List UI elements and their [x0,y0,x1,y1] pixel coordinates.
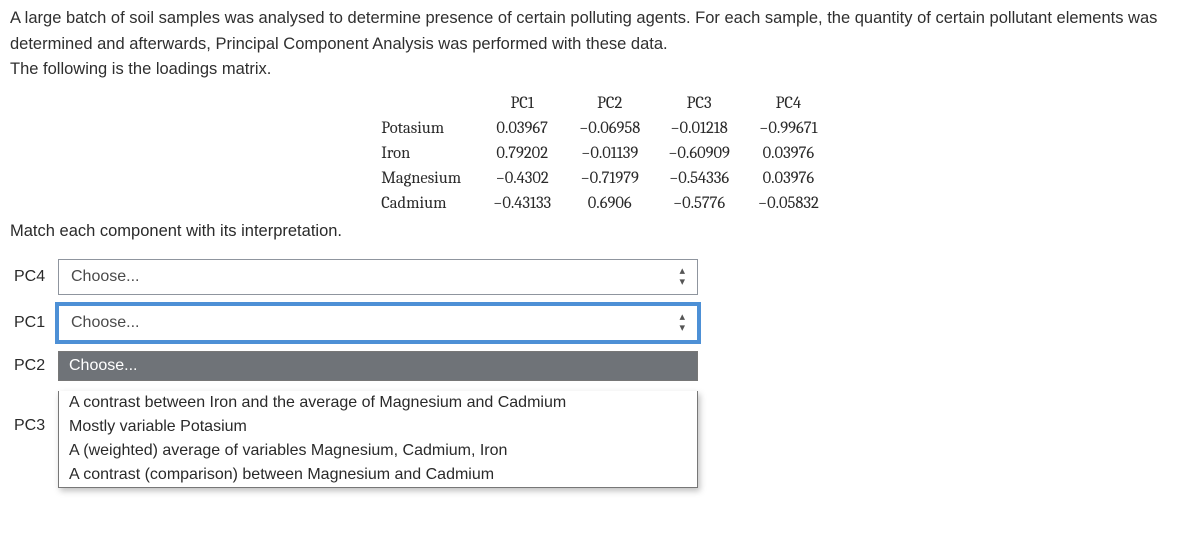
option-contrast-iron[interactable]: A contrast between Iron and the average … [59,391,697,415]
row-potasium: Potasium [367,116,479,141]
row-magnesium: Magnesium [367,166,479,191]
option-mostly-potasium[interactable]: Mostly variable Potasium [59,415,697,439]
row-cadmium: Cadmium [367,191,479,216]
select-pc2[interactable]: Choose... [58,351,698,381]
option-weighted-average[interactable]: A (weighted) average of variables Magnes… [59,439,697,463]
select-pc1-value: Choose... [71,314,139,332]
select-pc4[interactable]: Choose... ▴▾ [58,259,698,295]
select-pc4-value: Choose... [71,268,139,286]
chevron-updown-icon: ▴▾ [679,266,685,288]
match-label-pc3: PC3 [14,391,58,435]
option-contrast-mg-cd[interactable]: A contrast (comparison) between Magnesiu… [59,463,697,487]
col-pc1: PC1 [479,91,565,116]
match-prompt: Match each component with its interpreta… [10,222,1190,241]
select-pc2-options: A contrast between Iron and the average … [58,391,698,488]
table-row: Potasium 0.03967 −0.06958 −0.01218 −0.99… [367,116,833,141]
col-pc2: PC2 [565,91,654,116]
match-row-pc3: PC3 A contrast between Iron and the aver… [14,391,1190,488]
loadings-table: PC1 PC2 PC3 PC4 Potasium 0.03967 −0.0695… [367,91,833,216]
match-row-pc2: PC2 Choose... [14,351,1190,381]
col-pc4: PC4 [744,91,833,116]
select-pc2-value: Choose... [69,357,137,375]
match-label-pc4: PC4 [14,268,58,286]
match-label-pc1: PC1 [14,314,58,332]
match-label-pc2: PC2 [14,357,58,375]
intro-paragraph-1: A large batch of soil samples was analys… [10,6,1190,57]
table-row: Iron 0.79202 −0.01139 −0.60909 0.03976 [367,141,833,166]
table-row: Magnesium −0.4302 −0.71979 −0.54336 0.03… [367,166,833,191]
row-iron: Iron [367,141,479,166]
col-pc3: PC3 [654,91,744,116]
chevron-updown-icon: ▴▾ [679,312,685,334]
match-section: PC4 Choose... ▴▾ PC1 Choose... ▴▾ PC2 Ch… [10,259,1190,488]
match-row-pc4: PC4 Choose... ▴▾ [14,259,1190,295]
match-row-pc1: PC1 Choose... ▴▾ [14,305,1190,341]
intro-paragraph-2: The following is the loadings matrix. [10,57,1190,83]
select-pc1[interactable]: Choose... ▴▾ [58,305,698,341]
table-row: Cadmium −0.43133 0.6906 −0.5776 −0.05832 [367,191,833,216]
question-intro: A large batch of soil samples was analys… [10,6,1190,83]
